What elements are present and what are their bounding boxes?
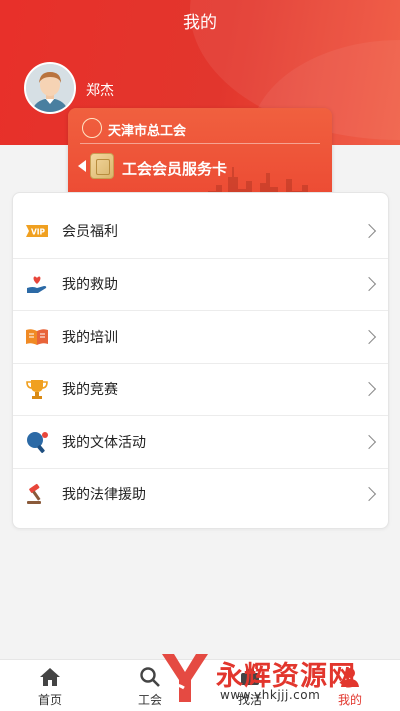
- menu-item-my-training[interactable]: 我的培训: [13, 310, 388, 363]
- menu-item-label: 我的培训: [62, 329, 118, 346]
- menu-item-my-cultural-sports[interactable]: 我的文体活动: [13, 415, 388, 468]
- tab-union[interactable]: 工会: [100, 660, 200, 711]
- svg-text:VIP: VIP: [31, 228, 46, 237]
- union-emblem-icon: [82, 118, 102, 138]
- menu-item-member-benefits[interactable]: VIP 会员福利: [13, 205, 388, 258]
- tab-mine[interactable]: 我的: [300, 660, 400, 711]
- chevron-right-icon: [361, 434, 377, 449]
- tab-label: 工会: [137, 693, 162, 707]
- tab-label: 找活: [237, 693, 262, 707]
- work-icon: [237, 665, 263, 689]
- chevron-left-icon: [78, 160, 86, 172]
- menu-item-my-legal-aid[interactable]: 我的法律援助: [13, 467, 388, 521]
- trophy-icon: [24, 378, 50, 400]
- chevron-right-icon: [361, 382, 377, 397]
- tab-find-work[interactable]: 找活: [200, 660, 300, 711]
- menu-item-label: 我的文体活动: [62, 434, 146, 451]
- avatar[interactable]: [24, 62, 76, 114]
- chevron-right-icon: [361, 487, 377, 502]
- menu-item-label: 我的救助: [62, 277, 118, 294]
- avatar-image: [26, 64, 74, 112]
- user-name: 郑杰: [86, 83, 114, 99]
- bottom-tab-bar: 首页 工会 找活 我的: [0, 659, 400, 711]
- menu-item-my-assistance[interactable]: 我的救助: [13, 257, 388, 311]
- chevron-right-icon: [361, 277, 377, 292]
- gavel-icon: [24, 483, 50, 505]
- open-book-icon: [24, 326, 50, 348]
- search-icon: [137, 665, 163, 689]
- home-icon: [37, 665, 63, 689]
- menu-item-label: 我的竞赛: [62, 382, 118, 399]
- chevron-right-icon: [361, 224, 377, 239]
- tab-label: 首页: [37, 693, 62, 707]
- tab-label: 我的: [337, 693, 362, 707]
- chevron-right-icon: [361, 329, 377, 344]
- ping-pong-icon: [24, 431, 50, 453]
- hand-heart-icon: [24, 273, 50, 295]
- menu-item-label: 会员福利: [62, 224, 118, 241]
- menu-item-my-competitions[interactable]: 我的竞赛: [13, 362, 388, 416]
- card-chip-icon: [90, 153, 114, 179]
- tab-home[interactable]: 首页: [0, 660, 100, 711]
- menu-list: VIP 会员福利 我的救助 我的培训 我的竞赛 我的文体活动 我的法律援助: [12, 192, 389, 529]
- card-org-name: 天津市总工会: [108, 124, 187, 139]
- member-service-card[interactable]: 天津市总工会 工会会员服务卡: [68, 108, 332, 203]
- user-icon: [337, 665, 363, 689]
- menu-item-label: 我的法律援助: [62, 487, 146, 504]
- vip-badge-icon: VIP: [24, 220, 50, 242]
- page-title: 我的: [183, 13, 217, 33]
- card-divider: [80, 143, 320, 144]
